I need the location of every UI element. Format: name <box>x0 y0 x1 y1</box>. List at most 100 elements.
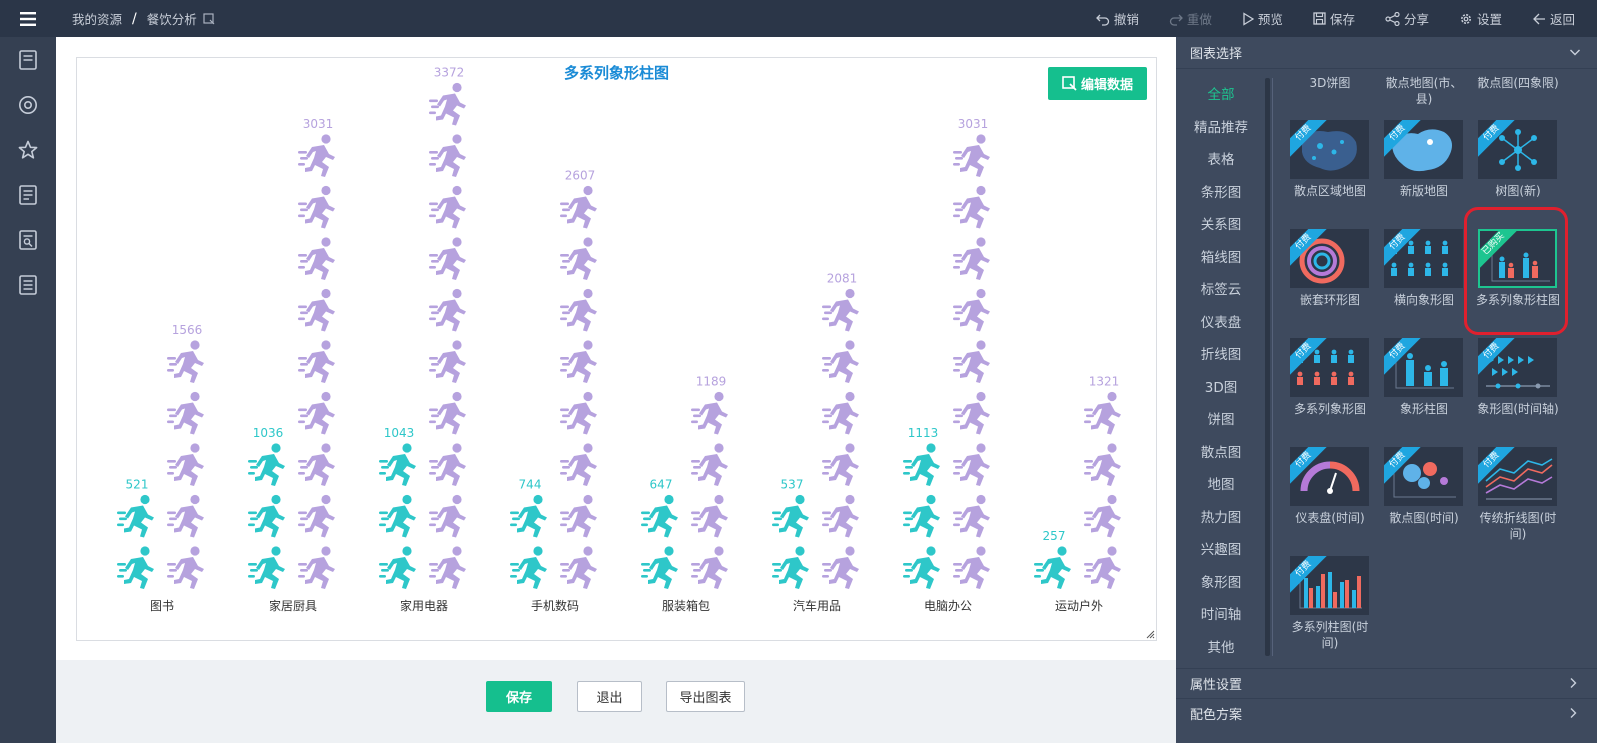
chart-type-label[interactable]: 散点区域地图 <box>1284 183 1376 199</box>
rename-icon[interactable] <box>203 12 215 25</box>
chart-category-item[interactable]: 全部 <box>1176 77 1266 110</box>
tile-label-scatter-map[interactable]: 散点地图(市、县) <box>1378 75 1470 107</box>
preview-button[interactable]: 预览 <box>1242 9 1283 28</box>
chart-category-item[interactable]: 条形图 <box>1176 175 1266 208</box>
chart-type-label[interactable]: 新版地图 <box>1378 183 1470 199</box>
tile-label-3d-pie[interactable]: 3D饼图 <box>1284 75 1376 91</box>
exit-button[interactable]: 退出 <box>577 681 642 712</box>
tile-label-scatter-quadrant[interactable]: 散点图(四象限) <box>1472 75 1564 91</box>
chart-category-item[interactable]: 箱线图 <box>1176 240 1266 273</box>
edit-data-label: 编辑数据 <box>1080 78 1133 93</box>
back-button[interactable]: 返回 <box>1532 9 1575 28</box>
chart-category-item[interactable]: 3D图 <box>1176 370 1266 403</box>
chart-category-item[interactable]: 标签云 <box>1176 272 1266 305</box>
chart-selection-panel: 图表选择 全部 精品推荐 表格 条形图 关系图 箱线图 标签云 仪表盘 折线图 3D图 饼图 散点图地… <box>1176 37 1597 743</box>
chart-category-item[interactable]: 仪表盘 <box>1176 305 1266 338</box>
chart-category-item[interactable]: 饼图 <box>1176 402 1266 435</box>
chart-category-item[interactable]: 折线图 <box>1176 337 1266 370</box>
floppy-icon <box>1313 12 1326 25</box>
save-button[interactable]: 保存 <box>486 681 552 712</box>
pictorial-symbol <box>953 134 990 177</box>
pictorial-symbol <box>953 340 990 383</box>
chart-type-label[interactable]: 横向象形图 <box>1378 292 1470 308</box>
chart-category-item[interactable]: 关系图 <box>1176 207 1266 240</box>
pictorial-symbol <box>953 185 990 229</box>
search-report-nav-button[interactable] <box>0 217 56 262</box>
redo-icon <box>1169 14 1183 26</box>
redo-button[interactable]: 重做 <box>1169 9 1212 28</box>
chart-category-item[interactable]: 精品推荐 <box>1176 110 1266 143</box>
chart-category-item[interactable]: 象形图 <box>1176 565 1266 598</box>
share-button[interactable]: 分享 <box>1385 9 1429 28</box>
chart-type-thumbnail[interactable]: 已购买 <box>1478 229 1557 288</box>
chart-category-item[interactable]: 地图 <box>1176 467 1266 500</box>
chart-category-item[interactable]: 表格 <box>1176 142 1266 175</box>
pictorial-symbol <box>560 340 597 383</box>
pictorial-symbol <box>248 443 285 486</box>
chart-category-item[interactable]: 时间轴 <box>1176 597 1266 630</box>
pictorial-symbol <box>429 185 466 229</box>
pictorial-symbol <box>772 494 809 538</box>
favorites-nav-button[interactable] <box>0 127 56 172</box>
chart-type-label[interactable]: 仪表盘(时间) <box>1284 510 1376 526</box>
pictorial-symbol <box>429 134 466 177</box>
preview-label: 预览 <box>1257 12 1283 27</box>
category-scrollbar[interactable] <box>1265 78 1270 656</box>
chart-type-label[interactable]: 嵌套环形图 <box>1284 292 1376 308</box>
chart-type-label[interactable]: 树图(新) <box>1472 183 1564 199</box>
chart-category-item[interactable]: 散点图 <box>1176 435 1266 468</box>
save-top-button[interactable]: 保存 <box>1313 9 1355 28</box>
chart-type-thumbnail[interactable]: 付费 <box>1290 338 1369 397</box>
document-nav-button[interactable] <box>0 262 56 307</box>
property-settings-section[interactable]: 属性设置 <box>1176 668 1597 698</box>
chart-type-label[interactable]: 多系列柱图(时间) <box>1284 619 1376 651</box>
breadcrumb-current: 餐饮分析 <box>146 12 197 27</box>
menu-icon[interactable] <box>0 0 56 37</box>
resize-handle-icon[interactable] <box>1145 629 1155 639</box>
x-axis-tick-label: 服装箱包 <box>662 598 710 613</box>
bottom-action-bar: 保存 退出 导出图表 <box>56 660 1176 743</box>
chart-type-label[interactable]: 象形图(时间轴) <box>1472 401 1564 417</box>
settings-button[interactable]: 设置 <box>1459 9 1502 28</box>
edit-data-button[interactable]: 编辑数据 <box>1048 67 1147 100</box>
chart-type-label[interactable]: 散点图(时间) <box>1378 510 1470 526</box>
chart-type-thumbnail[interactable]: 付费 <box>1384 229 1463 288</box>
pictorial-symbol <box>429 340 466 383</box>
left-nav <box>0 37 56 743</box>
chart-type-thumbnail[interactable]: 付费 <box>1290 120 1369 179</box>
target-nav-button[interactable] <box>0 82 56 127</box>
color-scheme-section[interactable]: 配色方案 <box>1176 698 1597 728</box>
dashboard-nav-button[interactable] <box>0 37 56 82</box>
export-chart-button[interactable]: 导出图表 <box>666 681 745 712</box>
chart-category-item[interactable]: 其他 <box>1176 630 1266 663</box>
chart-category-item[interactable]: 兴趣图 <box>1176 532 1266 565</box>
report-nav-button[interactable] <box>0 172 56 217</box>
chart-type-thumbnail[interactable]: 付费 <box>1478 338 1557 397</box>
chart-type-thumbnail[interactable]: 付费 <box>1290 556 1369 615</box>
chart-type-thumbnail[interactable]: 付费 <box>1384 447 1463 506</box>
pictorial-symbol <box>822 391 859 435</box>
share-icon <box>1385 11 1400 26</box>
chart-type-thumbnail[interactable]: 付费 <box>1290 229 1369 288</box>
chart-type-thumbnail[interactable]: 付费 <box>1478 120 1557 179</box>
chart-selection-header[interactable]: 图表选择 <box>1176 37 1597 69</box>
pictorial-symbol <box>1084 391 1121 435</box>
chart-type-thumbnail[interactable]: 付费 <box>1384 338 1463 397</box>
breadcrumb-my-resources[interactable]: 我的资源 <box>72 9 122 28</box>
chart-type-label[interactable]: 象形柱图 <box>1378 401 1470 417</box>
data-label: 1113 <box>908 426 939 440</box>
chart-frame[interactable]: 521 1566 图书 1036 3031 家居厨具 1043 3372 家用电器 744 2607… <box>76 57 1157 641</box>
chart-type-label[interactable]: 传统折线图(时间) <box>1472 510 1564 542</box>
pictorial-symbol <box>903 494 940 538</box>
edit-icon <box>1062 76 1077 91</box>
data-label: 2081 <box>827 272 858 286</box>
chart-category-item[interactable]: 热力图 <box>1176 500 1266 533</box>
chart-type-thumbnail[interactable]: 付费 <box>1478 447 1557 506</box>
chart-type-label[interactable]: 多系列象形图 <box>1284 401 1376 417</box>
data-label: 1043 <box>384 426 415 440</box>
undo-button[interactable]: 撤销 <box>1095 9 1139 28</box>
pictorial-symbol <box>953 237 990 280</box>
chart-type-thumbnail[interactable]: 付费 <box>1290 447 1369 506</box>
chart-type-thumbnail[interactable]: 付费 <box>1384 120 1463 179</box>
chart-type-label[interactable]: 多系列象形柱图 <box>1472 292 1564 308</box>
